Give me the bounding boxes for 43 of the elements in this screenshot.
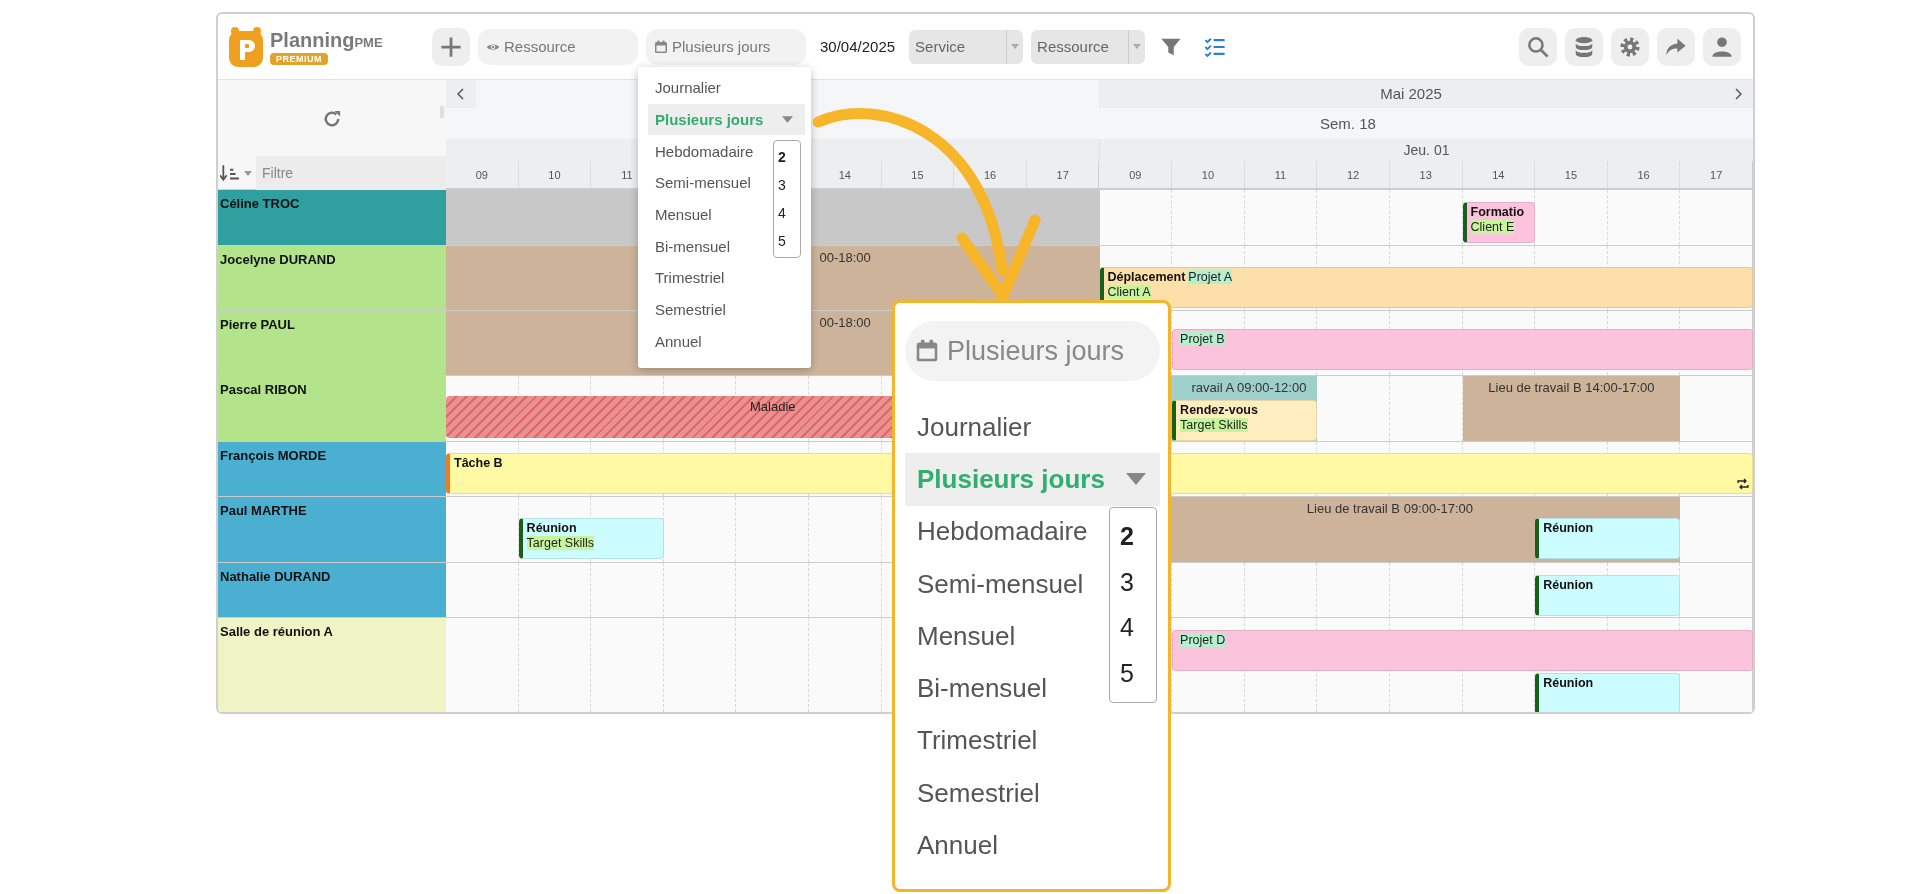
project-tag: Projet D bbox=[1180, 633, 1226, 647]
event-title: Déplacement bbox=[1107, 270, 1186, 284]
hour-label: 14 bbox=[838, 168, 851, 181]
event-title: Tâche B bbox=[454, 456, 503, 470]
project-tag: Projet A bbox=[1188, 270, 1233, 284]
hour-label: 16 bbox=[1637, 168, 1650, 181]
hour-label: 17 bbox=[1710, 168, 1723, 181]
app-name-suffix: PME bbox=[354, 34, 383, 50]
availability-label: Lieu de travail B 14:00-17:00 bbox=[1488, 380, 1655, 395]
event-title: Rendez-vous bbox=[1180, 403, 1258, 417]
client-tag: Client E bbox=[1470, 220, 1515, 234]
client-tag: Client A bbox=[1107, 285, 1151, 299]
hour-label: 15 bbox=[1564, 168, 1578, 181]
hour-label: 17 bbox=[1056, 168, 1069, 181]
event-title: Réunion bbox=[526, 521, 577, 535]
event-title: Réunion bbox=[1543, 676, 1594, 690]
hour-label: 14 bbox=[1492, 168, 1505, 181]
hour-label: 12 bbox=[1347, 168, 1360, 181]
availability-label: Lieu de travail B 09:00-17:00 bbox=[1306, 501, 1474, 516]
client-tag: Target Skills bbox=[1180, 418, 1248, 432]
project-tag: Projet B bbox=[1180, 332, 1225, 346]
event-title: Formatio bbox=[1470, 205, 1525, 219]
hour-label: 11 bbox=[1274, 168, 1287, 181]
absence-label: Maladie bbox=[750, 399, 796, 414]
availability-label: 00-18:00 bbox=[819, 250, 871, 265]
hour-label: 10 bbox=[548, 168, 561, 181]
availability-label: ravail A 09:00-12:00 bbox=[1191, 380, 1307, 395]
hour-label: 13 bbox=[1419, 168, 1432, 181]
hour-label: 11 bbox=[621, 168, 633, 181]
client-tag: Target Skills bbox=[526, 536, 594, 550]
app-name: Planning bbox=[270, 28, 355, 52]
event-title: Réunion bbox=[1543, 578, 1594, 592]
availability-label: 00-18:00 bbox=[819, 315, 871, 330]
hour-label: 09 bbox=[1129, 168, 1142, 181]
hour-label: 09 bbox=[475, 168, 488, 181]
hour-label: 16 bbox=[983, 168, 997, 181]
day-label: Jeu. 01 bbox=[1403, 142, 1450, 159]
premium-badge: PREMIUM bbox=[270, 52, 328, 65]
event-title: Réunion bbox=[1543, 521, 1594, 535]
hour-label: 10 bbox=[1201, 168, 1214, 181]
month-label: Mai 2025 bbox=[1380, 85, 1442, 103]
hour-label: 15 bbox=[911, 168, 924, 181]
week-label: Sem. 18 bbox=[1320, 115, 1376, 133]
